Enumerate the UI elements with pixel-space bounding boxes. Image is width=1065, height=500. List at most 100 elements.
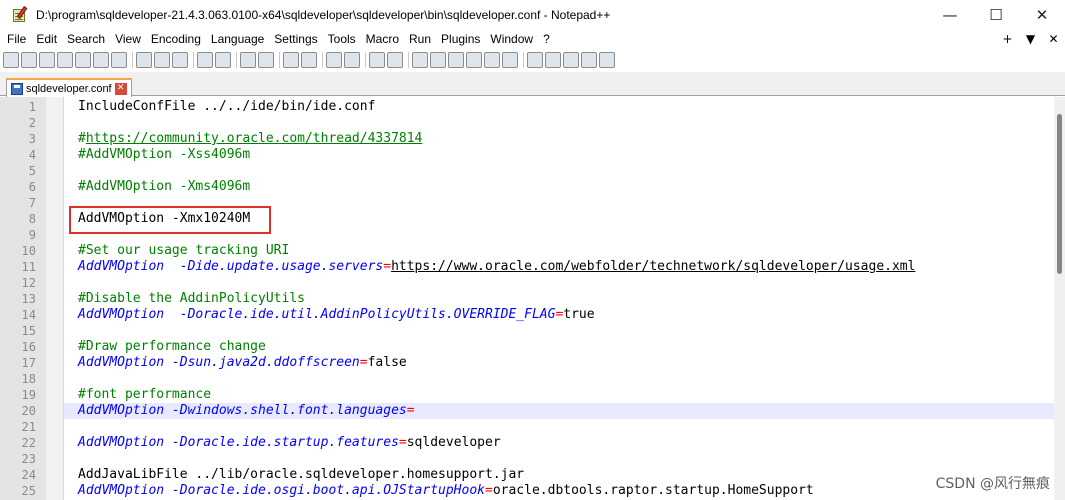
scrollbar-thumb[interactable] <box>1057 114 1062 274</box>
zoom-out-icon[interactable] <box>301 52 317 68</box>
code-line[interactable]: #https://community.oracle.com/thread/433… <box>64 131 1054 147</box>
code-line[interactable] <box>64 275 1054 291</box>
close-all-icon[interactable] <box>93 52 109 68</box>
menu-help[interactable]: ? <box>538 30 555 48</box>
close-window-button[interactable]: ✕ <box>1019 0 1065 30</box>
code-line[interactable]: #font performance <box>64 387 1054 403</box>
line-number: 19 <box>21 388 36 402</box>
code-line[interactable]: #AddVMOption -Xms4096m <box>64 179 1054 195</box>
paste-icon[interactable] <box>172 52 188 68</box>
line-number: 1 <box>28 100 36 114</box>
code-line[interactable] <box>64 227 1054 243</box>
menu-window[interactable]: Window <box>485 30 538 48</box>
close-tab-icon[interactable]: ✕ <box>114 82 127 95</box>
code-line[interactable] <box>64 451 1054 467</box>
undo-icon[interactable] <box>197 52 213 68</box>
minimize-button[interactable]: — <box>927 0 973 30</box>
new-file-icon[interactable] <box>3 52 19 68</box>
run-multiple-icon[interactable] <box>581 52 597 68</box>
udl-icon[interactable] <box>430 52 446 68</box>
toolbar-separator <box>408 52 409 68</box>
code-token: IncludeConfFile ../../ide/bin/ide.conf <box>78 99 376 114</box>
menu-run[interactable]: Run <box>404 30 436 48</box>
code-line-text: AddVMOption -Dsun.java2d.ddoffscreen=fal… <box>78 355 407 371</box>
tab-sqldeveloper-conf[interactable]: sqldeveloper.conf ✕ <box>6 78 132 97</box>
editor[interactable]: 1 2 3 4 5 6 7 8 9 10 11 12 13 14 15 16 17 18 19 20 21 22 23 24 2… <box>0 97 1065 500</box>
code-line[interactable] <box>64 323 1054 339</box>
add-tab-button[interactable]: + <box>996 32 1019 46</box>
code-token: #Set our usage tracking URI <box>78 243 290 258</box>
code-token: AddVMOption -Doracle.ide.util.AddinPolic… <box>78 307 556 322</box>
open-file-icon[interactable] <box>21 52 37 68</box>
show-all-chars-icon[interactable] <box>387 52 403 68</box>
word-wrap-icon[interactable] <box>369 52 385 68</box>
save-icon[interactable] <box>39 52 55 68</box>
code-line[interactable]: AddVMOption -Doracle.ide.util.AddinPolic… <box>64 307 1054 323</box>
code-line[interactable]: AddVMOption -Dwindows.shell.font.languag… <box>64 403 1054 419</box>
code-token: AddVMOption -Xmx10240M <box>78 211 251 226</box>
toolbar <box>0 49 1065 71</box>
menu-macro[interactable]: Macro <box>361 30 404 48</box>
line-number: 4 <box>28 148 36 162</box>
replace-icon[interactable] <box>258 52 274 68</box>
code-line[interactable]: #Draw performance change <box>64 339 1054 355</box>
code-line[interactable]: AddVMOption -Xmx10240M <box>64 211 1054 227</box>
window-title: D:\program\sqldeveloper-21.4.3.063.0100-… <box>36 8 611 22</box>
code-line[interactable]: AddVMOption -Dide.update.usage.servers=h… <box>64 259 1054 275</box>
tab-label: sqldeveloper.conf <box>26 82 112 95</box>
save-macro-icon[interactable] <box>599 52 615 68</box>
code-area[interactable]: IncludeConfFile ../../ide/bin/ide.conf #h… <box>64 97 1054 500</box>
code-line[interactable] <box>64 195 1054 211</box>
code-line[interactable]: AddVMOption -Doracle.ide.osgi.boot.api.O… <box>64 483 1054 499</box>
menu-edit[interactable]: Edit <box>31 30 62 48</box>
zoom-in-icon[interactable] <box>283 52 299 68</box>
menu-encoding[interactable]: Encoding <box>146 30 206 48</box>
maximize-button[interactable]: ☐ <box>973 0 1019 30</box>
code-line-text: AddVMOption -Xmx10240M <box>78 211 250 227</box>
menu-bar-right-controls: + ▼ ✕ <box>996 30 1065 48</box>
function-list-icon[interactable] <box>466 52 482 68</box>
monitor-icon[interactable] <box>502 52 518 68</box>
code-token: AddVMOption -Doracle.ide.startup.feature… <box>78 435 399 450</box>
save-all-icon[interactable] <box>57 52 73 68</box>
stop-record-icon[interactable] <box>545 52 561 68</box>
code-line[interactable] <box>64 163 1054 179</box>
code-line[interactable]: IncludeConfFile ../../ide/bin/ide.conf <box>64 99 1054 115</box>
menu-tools[interactable]: Tools <box>323 30 361 48</box>
menu-language[interactable]: Language <box>206 30 269 48</box>
close-icon[interactable] <box>75 52 91 68</box>
code-line[interactable]: AddVMOption -Doracle.ide.startup.feature… <box>64 435 1054 451</box>
code-line[interactable] <box>64 115 1054 131</box>
close-document-button[interactable]: ✕ <box>1042 32 1065 46</box>
code-line[interactable]: #Disable the AddinPolicyUtils <box>64 291 1054 307</box>
tab-bar: sqldeveloper.conf ✕ <box>0 72 1065 97</box>
code-line[interactable]: #Set our usage tracking URI <box>64 243 1054 259</box>
print-icon[interactable] <box>111 52 127 68</box>
code-line[interactable]: #AddVMOption -Xss4096m <box>64 147 1054 163</box>
notepad-plus-plus-icon <box>12 6 28 23</box>
play-macro-icon[interactable] <box>563 52 579 68</box>
indent-guide-icon[interactable] <box>412 52 428 68</box>
code-line[interactable]: AddJavaLibFile ../lib/oracle.sqldevelope… <box>64 467 1054 483</box>
menu-file[interactable]: File <box>2 30 31 48</box>
line-number: 15 <box>21 324 36 338</box>
sync-vertical-icon[interactable] <box>326 52 342 68</box>
cut-icon[interactable] <box>136 52 152 68</box>
sync-horizontal-icon[interactable] <box>344 52 360 68</box>
menu-search[interactable]: Search <box>62 30 110 48</box>
code-line[interactable] <box>64 419 1054 435</box>
folder-workspace-icon[interactable] <box>484 52 500 68</box>
code-line[interactable] <box>64 371 1054 387</box>
find-icon[interactable] <box>240 52 256 68</box>
menu-settings[interactable]: Settings <box>269 30 322 48</box>
vertical-scrollbar[interactable] <box>1054 97 1065 500</box>
tab-list-dropdown[interactable]: ▼ <box>1019 32 1042 46</box>
code-line[interactable]: AddVMOption -Dsun.java2d.ddoffscreen=fal… <box>64 355 1054 371</box>
menu-view[interactable]: View <box>110 30 146 48</box>
menu-plugins[interactable]: Plugins <box>436 30 485 48</box>
copy-icon[interactable] <box>154 52 170 68</box>
redo-icon[interactable] <box>215 52 231 68</box>
record-macro-icon[interactable] <box>527 52 543 68</box>
doc-map-icon[interactable] <box>448 52 464 68</box>
fold-margin[interactable] <box>46 97 64 500</box>
